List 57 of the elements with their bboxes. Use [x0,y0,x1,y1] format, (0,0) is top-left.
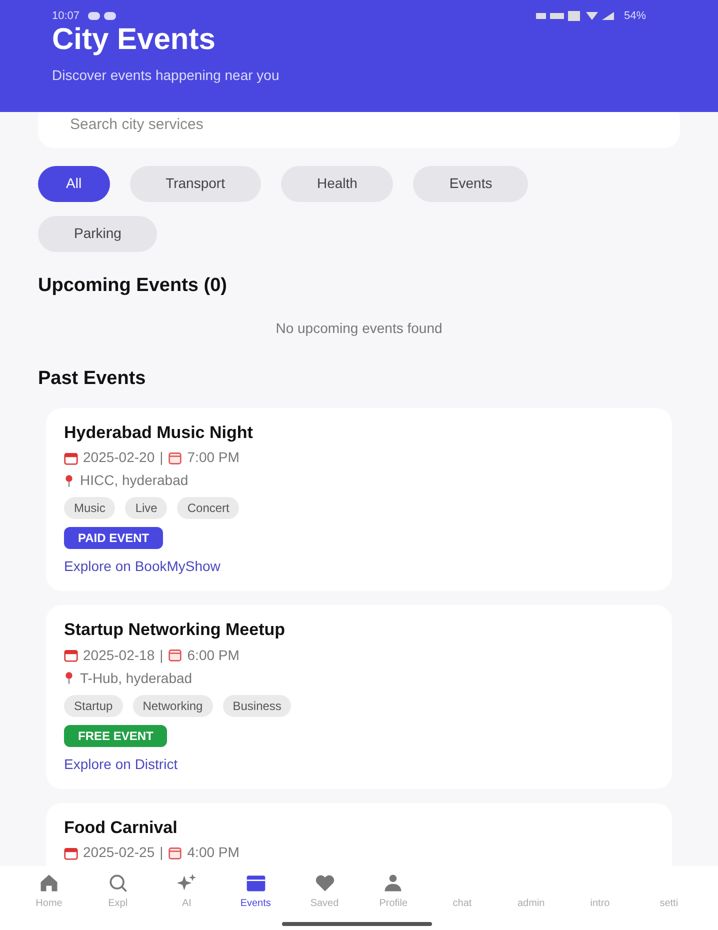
explore-link[interactable]: Explore on BookMyShow [64,556,654,577]
filter-chip[interactable]: Health [280,166,394,202]
calendar-icon [64,648,78,662]
nav-tab[interactable]: admin [502,872,560,911]
empty-message: No upcoming events found [274,319,444,338]
event-location: HICC, hyderabad [80,471,188,490]
app-title: City Events [52,22,216,56]
nav-tab[interactable]: Events [226,872,285,911]
event-tag: Concert [177,497,240,519]
search-field[interactable]: Search city services [38,112,680,148]
status-time: 10:07 [52,9,80,24]
separator: | [160,448,164,467]
event-date: 2025-02-18 [83,646,155,664]
nav-tab[interactable]: intro [571,872,629,911]
calendar-icon [168,648,182,662]
nav-tab[interactable]: AI [158,872,216,911]
price-badge: PAID EVENT [64,527,164,549]
filter-chip[interactable]: Events [413,166,528,202]
event-date: 2025-02-20 [83,448,155,467]
event-time: 7:00 PM [187,448,240,467]
event-tag: Startup [64,694,123,716]
pin-icon [64,671,74,685]
event-time: 4:00 PM [187,843,240,862]
event-title: Startup Networking Meetup [64,619,286,641]
battery-level: 54% [624,9,646,24]
price-badge: FREE EVENT [64,724,168,746]
notification-icons [88,12,116,20]
nav-tab[interactable]: Profile [364,872,422,911]
section-heading: Past Events [38,367,147,391]
event-title: Hyderabad Music Night [64,422,254,444]
calendar-icon [64,846,78,860]
event-location: T-Hub, hyderabad [80,668,192,688]
calendar-icon [64,450,78,464]
explore-link[interactable]: Explore on District [64,754,654,774]
event-tag: Networking [132,694,213,716]
pin-icon [64,474,74,488]
nav-tab[interactable]: setti [640,872,698,911]
event-tag: Live [125,497,168,519]
filter-chip[interactable]: Parking [38,216,158,252]
event-tag: Business [222,694,292,716]
event-date: 2025-02-25 [83,843,155,862]
event-tag: Music [64,497,116,519]
event-time: 6:00 PM [187,646,240,664]
filter-chip[interactable]: Transport [130,166,261,202]
section-heading: Upcoming Events (0) [38,274,228,298]
home-icon [38,872,60,894]
nav-tab[interactable]: Saved [296,872,354,911]
filter-chip[interactable]: All [38,166,110,202]
nav-tab[interactable]: Home [20,872,78,911]
separator: | [160,843,164,862]
app-subtitle: Discover events happening near you [52,66,280,85]
calendar-icon [168,846,182,860]
nav-tab[interactable]: chat [433,872,492,911]
nav-tab[interactable]: Expl [88,872,147,911]
separator: | [160,646,164,665]
event-title: Food Carnival [64,816,178,838]
calendar-icon [168,450,182,464]
